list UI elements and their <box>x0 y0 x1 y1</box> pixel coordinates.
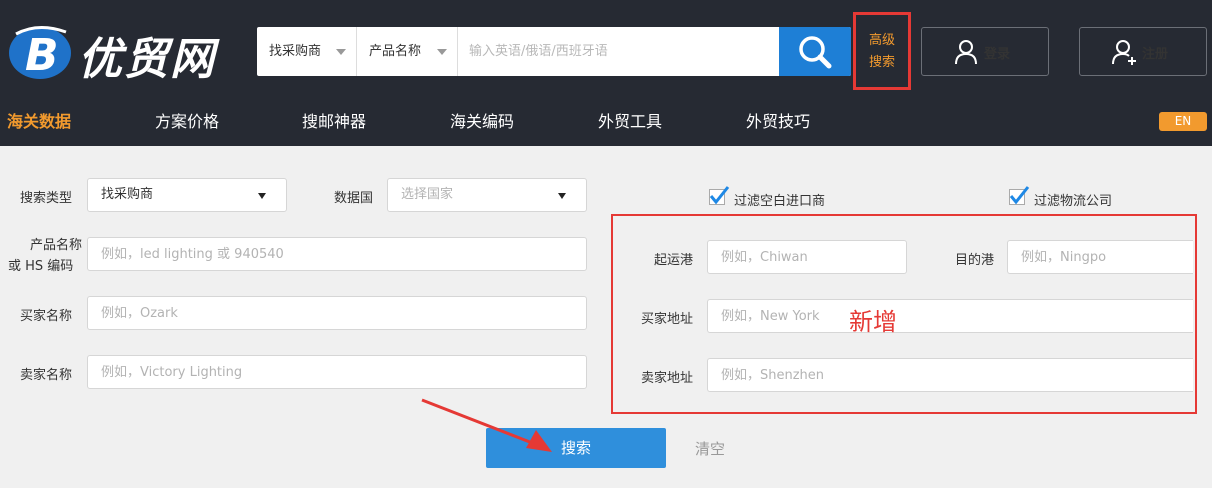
advanced-search-line2: 搜索 <box>868 55 895 70</box>
buyer-address-field[interactable] <box>707 299 1193 333</box>
product-label-line1: 产品名称 <box>30 238 83 253</box>
destination-port-label: 目的港 <box>955 253 995 268</box>
data-country-label: 数据国 <box>334 191 374 206</box>
search-type-value: 找采购商 <box>269 44 322 59</box>
clear-button[interactable]: 清空 <box>695 438 725 459</box>
checkmark-icon <box>1009 186 1030 205</box>
seller-name-input[interactable] <box>88 356 586 388</box>
register-label: 注册 <box>1142 47 1169 62</box>
buyer-name-label: 买家名称 <box>20 309 73 324</box>
filter-blank-importer-label: 过滤空白进口商 <box>734 194 826 209</box>
product-label: 产品名称 <box>30 238 82 254</box>
origin-port-input[interactable] <box>708 241 906 273</box>
destination-port-field[interactable] <box>1007 240 1193 274</box>
nav-item-email-finder[interactable]: 搜邮神器 <box>302 98 366 146</box>
site-logo[interactable]: B 优贸网 <box>8 20 223 85</box>
svg-text:B: B <box>25 30 59 81</box>
destination-port-input[interactable] <box>1008 241 1193 273</box>
nav-item-trade-tools[interactable]: 外贸工具 <box>598 98 662 146</box>
origin-port-field[interactable] <box>707 240 907 274</box>
login-label: 登录 <box>984 47 1011 62</box>
search-type-select[interactable]: 找采购商 <box>257 27 357 76</box>
filter-blank-importer-checkbox[interactable] <box>709 186 730 205</box>
product-input[interactable] <box>88 238 586 270</box>
buyer-address-label: 买家地址 <box>641 312 694 327</box>
new-annotation-label: 新增 <box>849 308 897 336</box>
add-user-icon <box>1112 40 1136 65</box>
main-nav: 海关数据 方案价格 搜邮神器 海关编码 外贸工具 外贸技巧 EN <box>0 98 1212 146</box>
seller-name-label: 卖家名称 <box>20 368 73 383</box>
search-type-dropdown-value: 找采购商 <box>101 187 154 202</box>
advanced-search-line1: 高级 <box>868 33 895 48</box>
buyer-name-input[interactable] <box>88 297 586 329</box>
search-bar: 找采购商 产品名称 <box>257 27 851 76</box>
search-button[interactable] <box>779 27 851 76</box>
language-toggle[interactable]: EN <box>1159 112 1207 131</box>
register-button[interactable]: 注册 <box>1079 27 1207 76</box>
seller-address-label: 卖家地址 <box>641 371 694 386</box>
nav-item-trade-tips[interactable]: 外贸技巧 <box>746 98 810 146</box>
buyer-name-field[interactable] <box>87 296 587 330</box>
data-country-dropdown[interactable]: 选择国家 <box>387 178 587 212</box>
login-button[interactable]: 登录 <box>921 27 1049 76</box>
seller-name-field[interactable] <box>87 355 587 389</box>
advanced-search-link[interactable]: 高级 搜索 <box>853 12 911 90</box>
chevron-down-icon <box>336 49 346 55</box>
nav-item-plans-pricing[interactable]: 方案价格 <box>155 98 219 146</box>
search-field-select[interactable]: 产品名称 <box>357 27 458 76</box>
chevron-down-icon <box>437 49 447 55</box>
search-field-value: 产品名称 <box>369 44 422 59</box>
nav-item-hs-code[interactable]: 海关编码 <box>450 98 514 146</box>
product-label-line2: 或 HS 编码 <box>8 259 74 274</box>
checkmark-icon <box>709 186 730 205</box>
logo-b-icon: B <box>9 26 71 81</box>
user-icon <box>955 40 977 65</box>
seller-address-field[interactable] <box>707 358 1193 392</box>
search-type-label: 搜索类型 <box>20 191 73 206</box>
data-country-placeholder: 选择国家 <box>401 187 454 202</box>
buyer-address-input[interactable] <box>708 300 1193 332</box>
caret-down-icon <box>258 193 266 199</box>
filter-logistics-checkbox[interactable] <box>1009 186 1030 205</box>
filter-logistics-label: 过滤物流公司 <box>1034 194 1113 209</box>
logo-text: 优贸网 <box>78 34 216 85</box>
product-field[interactable] <box>87 237 587 271</box>
nav-item-customs-data[interactable]: 海关数据 <box>7 98 71 146</box>
search-input[interactable] <box>459 27 778 76</box>
search-type-dropdown[interactable]: 找采购商 <box>87 178 287 212</box>
header: B 优贸网 找采购商 产品名称 高级 搜索 登录 <box>0 0 1212 98</box>
seller-address-input[interactable] <box>708 359 1193 391</box>
caret-down-icon <box>558 193 566 199</box>
origin-port-label: 起运港 <box>654 253 694 268</box>
search-icon <box>799 36 832 69</box>
submit-search-button[interactable]: 搜索 <box>486 428 666 468</box>
